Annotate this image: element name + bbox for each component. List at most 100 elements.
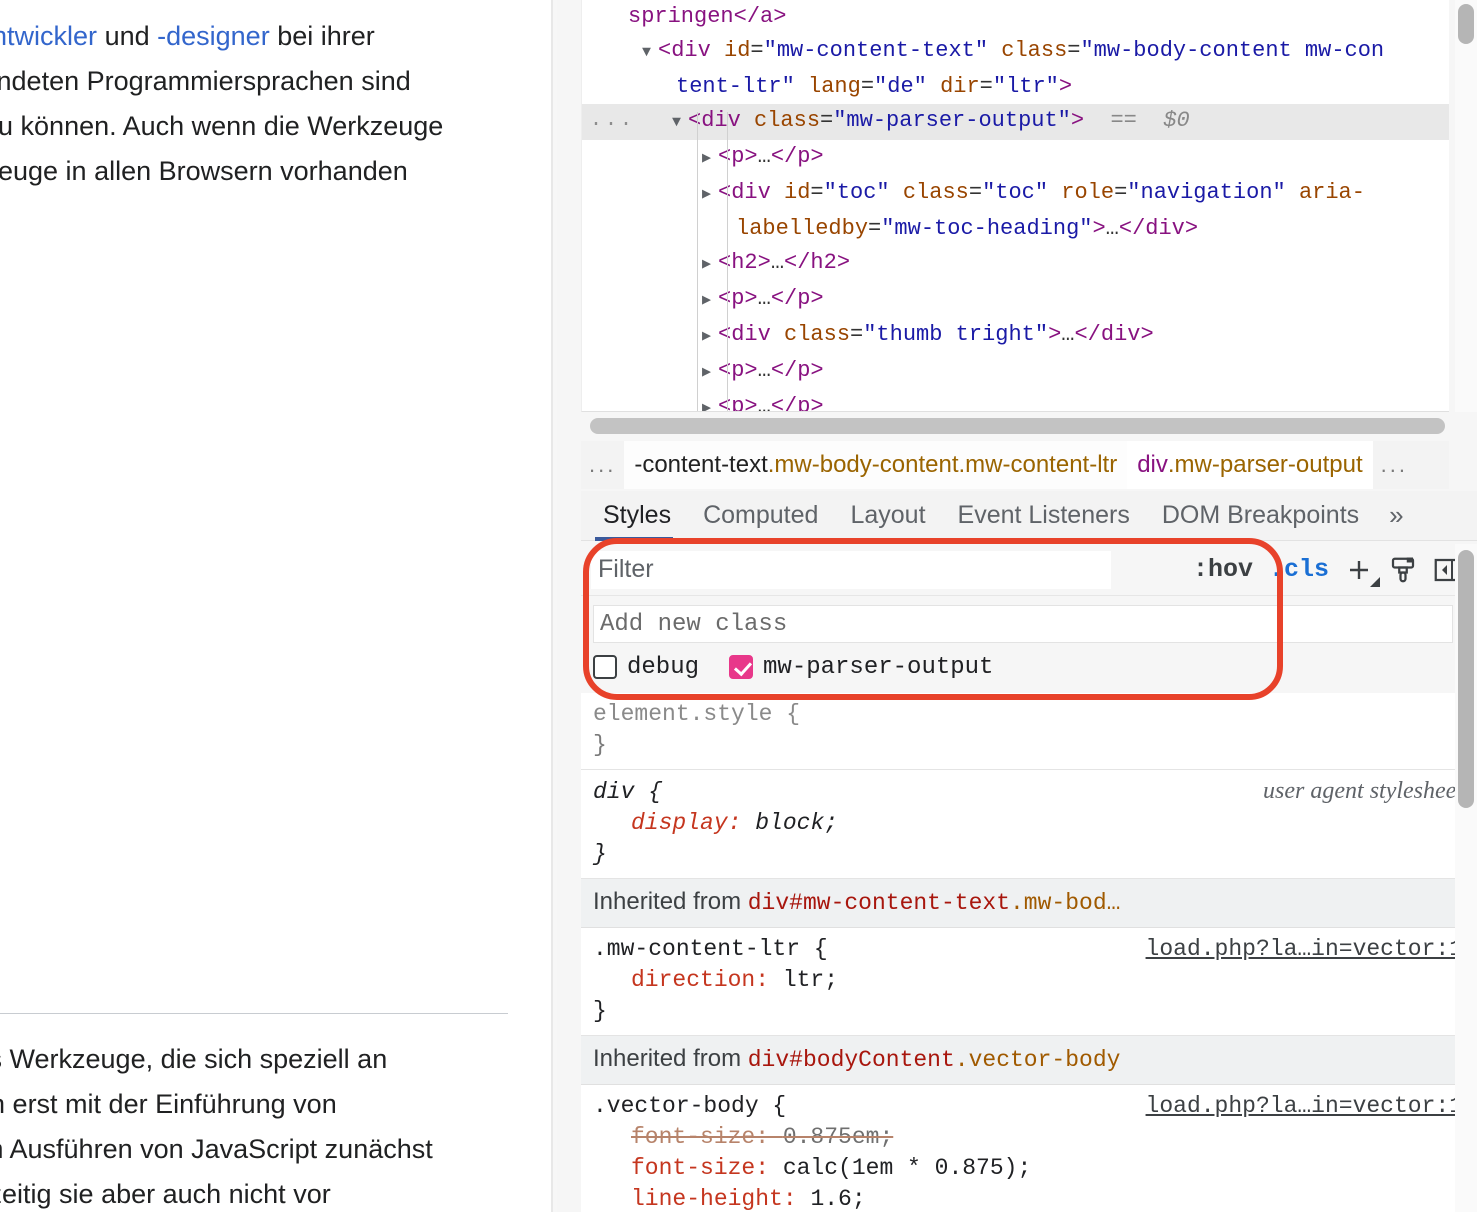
dom-node-row[interactable]: tent-ltr" lang="de" dir="ltr"> bbox=[582, 70, 1449, 104]
dom-tree-horizontal-scrollbar[interactable] bbox=[590, 418, 1445, 434]
dom-token-plain: … bbox=[757, 394, 771, 412]
triangle-right-icon[interactable] bbox=[702, 390, 718, 411]
css-rule-header: div {user agent stylesheet bbox=[593, 776, 1463, 808]
triangle-down-icon[interactable] bbox=[642, 34, 658, 70]
wiki-horizontal-rule bbox=[0, 1013, 508, 1014]
checkbox-unchecked-icon[interactable] bbox=[593, 655, 617, 679]
css-property-name[interactable]: font-size: bbox=[631, 1124, 783, 1150]
css-property-name[interactable]: font-size: bbox=[631, 1155, 783, 1181]
element-class-editor[interactable]: debug mw-parser-output bbox=[581, 597, 1477, 693]
css-selector[interactable]: element.style { bbox=[593, 699, 1463, 730]
styles-filter-toolbar[interactable]: :hov .cls bbox=[581, 544, 1477, 596]
dom-token-val: "toc" bbox=[823, 180, 890, 205]
css-declaration[interactable]: line-height: 1.6; bbox=[593, 1184, 1463, 1212]
dom-node-more-badge[interactable]: ... bbox=[590, 111, 635, 131]
triangle-right-icon[interactable] bbox=[702, 354, 718, 390]
css-rule[interactable]: div {user agent stylesheet display: block… bbox=[581, 770, 1477, 879]
dom-token-plain: = bbox=[1067, 38, 1081, 63]
css-property-value[interactable]: 0.875em; bbox=[783, 1124, 893, 1150]
css-declaration[interactable]: font-size: 0.875em; bbox=[593, 1122, 1463, 1153]
css-property-name[interactable]: direction: bbox=[631, 967, 783, 993]
devtools-tab-strip[interactable]: Styles Computed Layout Event Listeners DOM B… bbox=[581, 491, 1477, 541]
dom-node-row[interactable]: <h2>…</h2> bbox=[582, 246, 1449, 282]
css-declaration[interactable]: display: block; bbox=[593, 808, 1463, 839]
dom-token-tag: <p> bbox=[718, 144, 758, 169]
css-selector[interactable]: .vector-body { bbox=[593, 1091, 1146, 1122]
css-property-value[interactable]: ltr; bbox=[783, 967, 838, 993]
element-classes-button[interactable] bbox=[1381, 548, 1425, 592]
css-rule[interactable]: .mw-content-ltr {load.php?la…in=vector:1… bbox=[581, 928, 1477, 1036]
triangle-right-icon[interactable] bbox=[702, 176, 718, 212]
dom-token-plain: … bbox=[1061, 322, 1075, 347]
dom-tree-view[interactable]: springen</a><div id="mw-content-text" cl… bbox=[581, 0, 1449, 412]
breadcrumb-overflow-right[interactable]: ... bbox=[1373, 441, 1416, 489]
tab-event-listeners[interactable]: Event Listeners bbox=[942, 491, 1146, 541]
styles-vertical-scrollbar[interactable] bbox=[1458, 550, 1474, 808]
css-selector[interactable]: .mw-content-ltr { bbox=[593, 934, 1146, 965]
checkbox-checked-icon[interactable] bbox=[729, 655, 754, 679]
dom-node-row[interactable]: <p>…</p> bbox=[582, 140, 1449, 176]
tab-layout[interactable]: Layout bbox=[834, 491, 941, 541]
css-declaration[interactable]: font-size: calc(1em * 0.875); bbox=[593, 1153, 1463, 1184]
triangle-right-icon[interactable] bbox=[702, 140, 718, 176]
css-declaration[interactable]: direction: ltr; bbox=[593, 965, 1463, 996]
cls-toggle-button[interactable]: .cls bbox=[1261, 555, 1337, 584]
breadcrumb[interactable]: ... -content-text .mw-body-content.mw-cont… bbox=[581, 441, 1449, 489]
styles-filter-input[interactable] bbox=[591, 550, 1111, 589]
dom-token-attr: class bbox=[784, 322, 851, 347]
dom-tree-vertical-scrollbar[interactable] bbox=[1458, 4, 1474, 44]
tab-overflow-chevron[interactable]: » bbox=[1375, 491, 1417, 541]
breadcrumb-item[interactable]: div .mw-parser-output bbox=[1127, 441, 1373, 489]
breadcrumb-item[interactable]: -content-text .mw-body-content.mw-content… bbox=[624, 441, 1128, 489]
dom-token-plain: = bbox=[979, 74, 993, 99]
element-class-list[interactable]: debug mw-parser-output bbox=[593, 649, 1023, 685]
css-rule[interactable]: element.style {} bbox=[581, 693, 1477, 770]
dom-token-attr: class bbox=[1001, 38, 1068, 63]
wiki-text-line: eits Werkzeuge, die sich speziell an bbox=[0, 1044, 388, 1074]
dom-node-row[interactable]: <div id="mw-content-text" class="mw-body… bbox=[582, 34, 1449, 70]
dom-node-row-selected[interactable]: ...<div class="mw-parser-output"> == $0 bbox=[582, 104, 1449, 140]
dom-node-row[interactable]: springen</a> bbox=[582, 0, 1449, 34]
inherited-tag: div bbox=[747, 1047, 790, 1073]
triangle-right-icon[interactable] bbox=[702, 318, 718, 354]
dom-node-row[interactable]: <div class="thumb tright">…</div> bbox=[582, 318, 1449, 354]
dom-node-row[interactable]: <p>…</p> bbox=[582, 390, 1449, 412]
css-rule-header: .vector-body {load.php?la…in=vector:1 bbox=[593, 1091, 1463, 1122]
dom-node-row[interactable]: <p>…</p> bbox=[582, 282, 1449, 318]
tab-dom-breakpoints[interactable]: DOM Breakpoints bbox=[1146, 491, 1375, 541]
class-toggle-item[interactable]: debug bbox=[593, 654, 699, 681]
css-property-name[interactable]: line-height: bbox=[631, 1186, 810, 1212]
dom-node-row[interactable]: <p>…</p> bbox=[582, 354, 1449, 390]
wiki-link-designer[interactable]: -designer bbox=[157, 21, 270, 51]
stylesheet-origin-label: user agent stylesheet bbox=[1263, 778, 1463, 804]
add-new-class-input[interactable] bbox=[593, 605, 1453, 643]
wiki-text-line: bentwickler und -designer bei ihrer bbox=[0, 14, 443, 59]
wiki-paragraph-top: bentwickler und -designer bei ihrer wend… bbox=[0, 14, 443, 194]
wiki-text-line: nen erst mit der Einführung von bbox=[0, 1089, 337, 1119]
css-selector[interactable]: div { bbox=[593, 777, 1263, 808]
dom-node-row[interactable]: labelledby="mw-toc-heading">…</div> bbox=[582, 212, 1449, 246]
class-toggle-item[interactable]: mw-parser-output bbox=[729, 654, 993, 681]
tab-styles[interactable]: Styles bbox=[581, 491, 687, 541]
inherited-class: .vector-body bbox=[954, 1047, 1121, 1073]
dom-token-plain bbox=[927, 74, 940, 99]
wiki-text-line: wendeten Programmiersprachen sind bbox=[0, 66, 411, 96]
wiki-link-webentwickler[interactable]: bentwickler bbox=[0, 21, 97, 51]
css-property-value[interactable]: 1.6; bbox=[810, 1186, 865, 1212]
dom-node-row[interactable]: <div id="toc" class="toc" role="navigati… bbox=[582, 176, 1449, 212]
css-property-value[interactable]: calc(1em * 0.875); bbox=[783, 1155, 1031, 1181]
triangle-right-icon[interactable] bbox=[702, 282, 718, 318]
styles-rules-list[interactable]: element.style {} div {user agent styleshe… bbox=[581, 693, 1477, 1212]
new-style-rule-button[interactable] bbox=[1337, 548, 1381, 592]
triangle-right-icon[interactable] bbox=[702, 246, 718, 282]
stylesheet-source-link[interactable]: load.php?la…in=vector:1 bbox=[1146, 1091, 1463, 1122]
stylesheet-source-link[interactable]: load.php?la…in=vector:1 bbox=[1146, 934, 1463, 965]
hov-toggle-button[interactable]: :hov bbox=[1185, 555, 1261, 584]
css-property-value[interactable]: block; bbox=[755, 810, 838, 836]
tab-computed[interactable]: Computed bbox=[687, 491, 834, 541]
breadcrumb-overflow-left[interactable]: ... bbox=[581, 441, 624, 489]
css-rule[interactable]: .vector-body {load.php?la…in=vector:1 fon… bbox=[581, 1085, 1477, 1212]
css-property-name[interactable]: display: bbox=[631, 810, 755, 836]
dom-token-plain bbox=[795, 74, 808, 99]
triangle-down-icon[interactable] bbox=[672, 104, 688, 140]
